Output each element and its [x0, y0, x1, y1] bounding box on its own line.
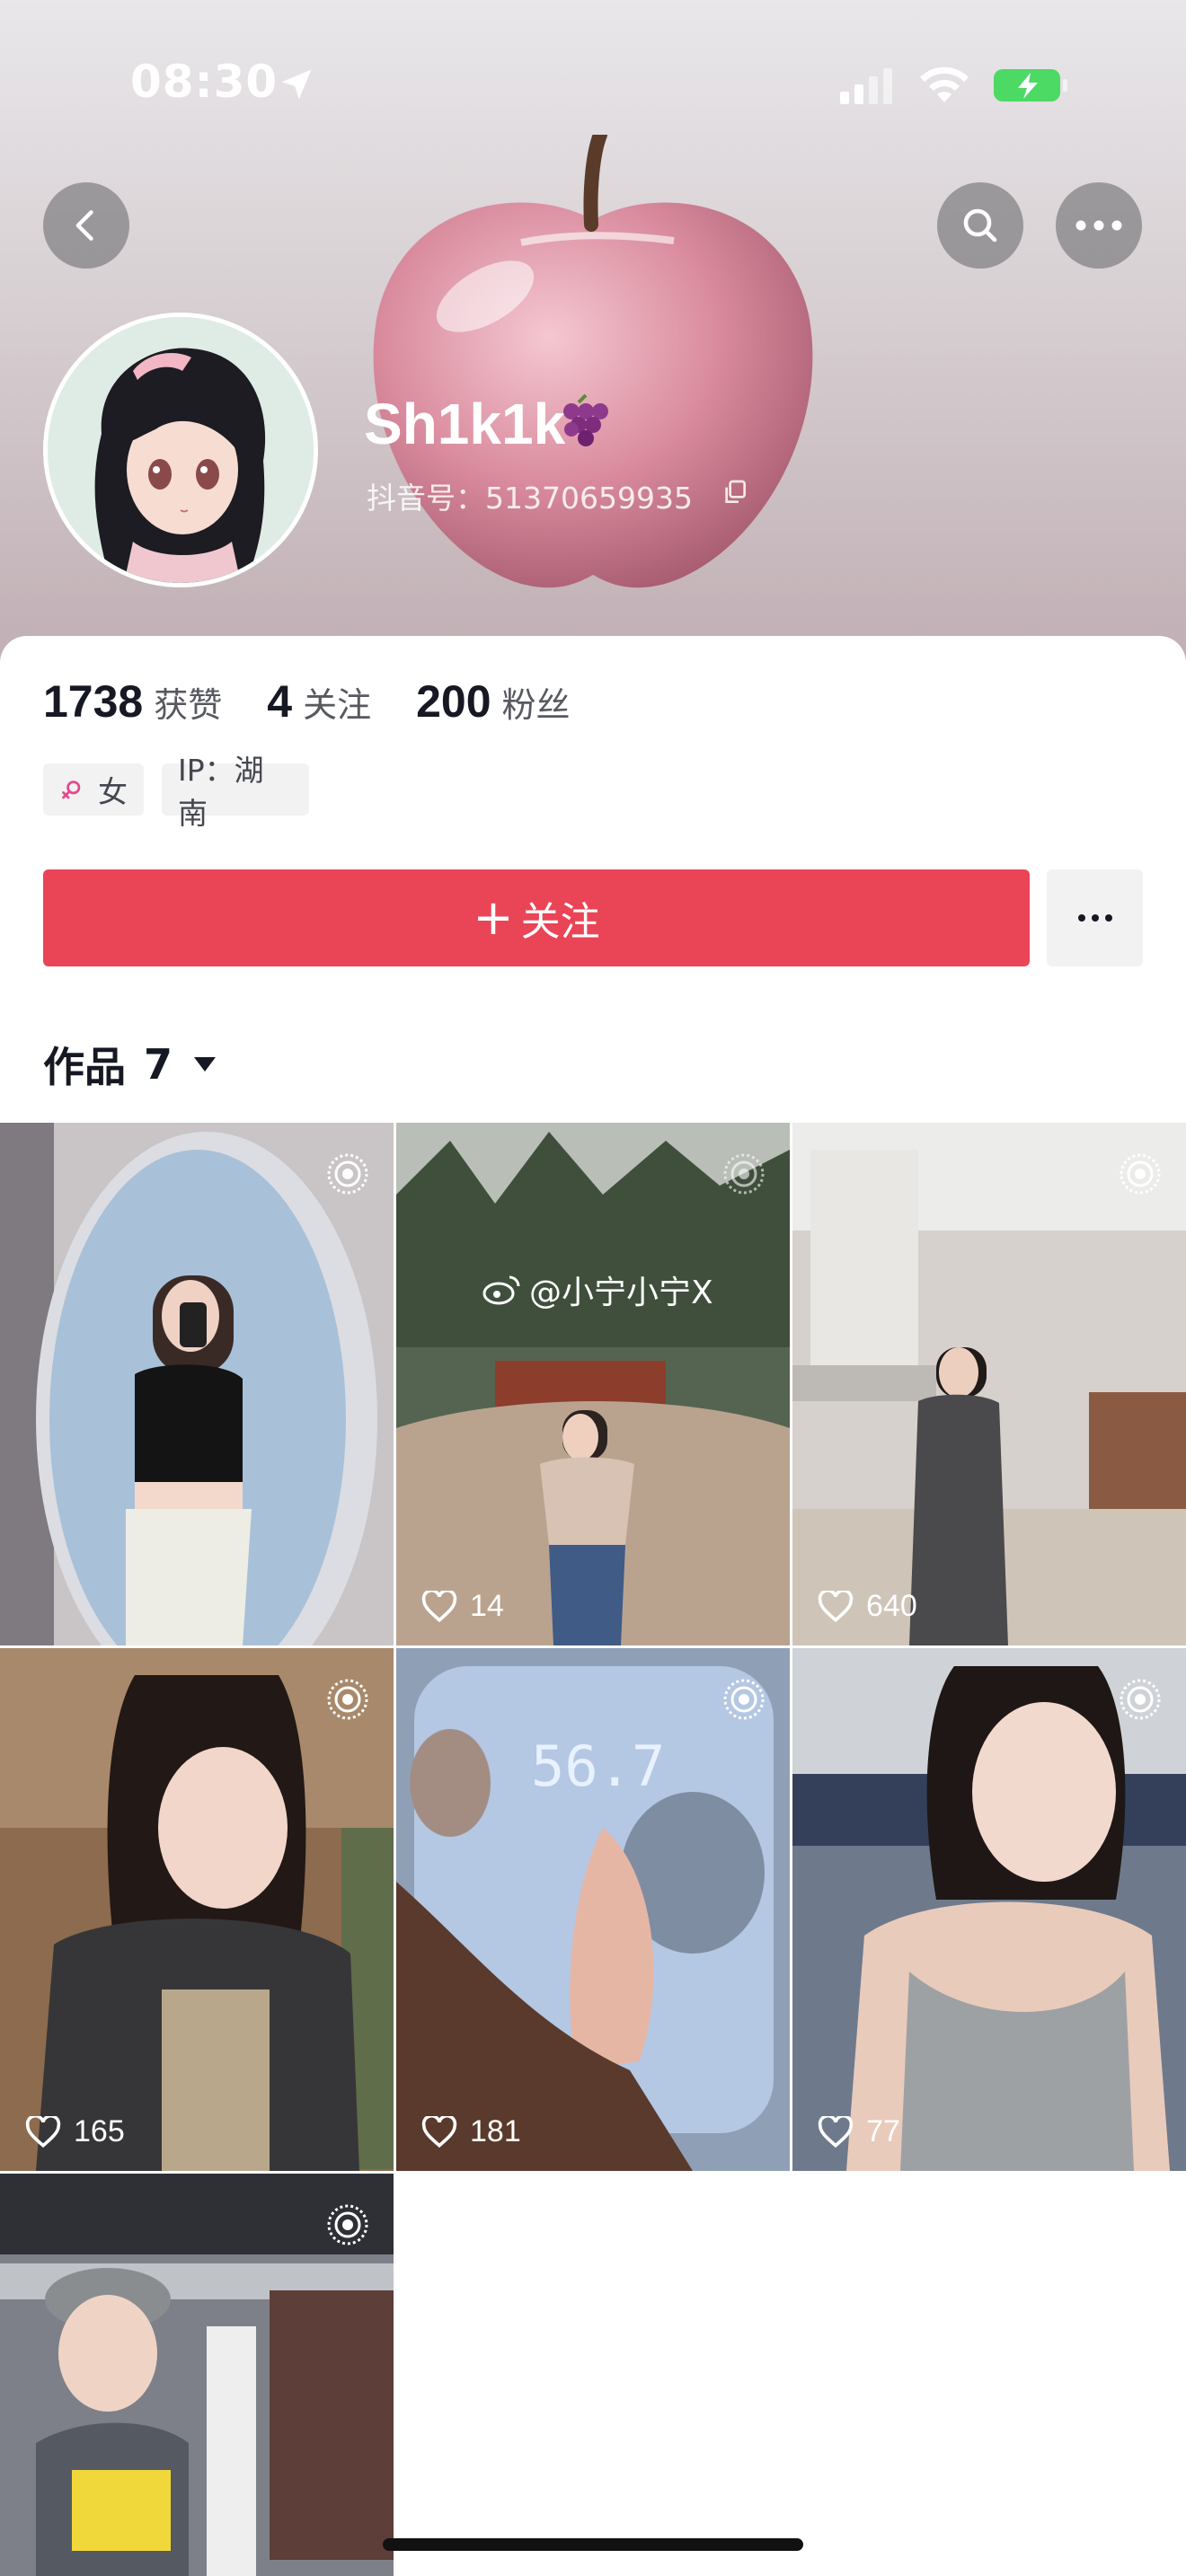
live-photo-icon	[327, 1679, 368, 1720]
gym-selfie-image	[792, 1648, 1186, 2171]
heart-icon	[818, 1590, 854, 1622]
likes-count: 640	[866, 1589, 917, 1623]
heart-icon	[818, 2115, 854, 2148]
cellular-signal-icon	[840, 68, 892, 104]
status-time: 08:30	[130, 56, 279, 108]
status-bar: 08:30	[0, 0, 1186, 171]
tab-works[interactable]: 作品 7	[43, 1035, 217, 1094]
video-thumbnail[interactable]: @小宁小宁X 14	[396, 1123, 790, 1645]
likes-count: 77	[866, 2114, 900, 2148]
kitchen-image	[792, 1123, 1186, 1645]
weibo-watermark: @小宁小宁X	[482, 1266, 713, 1313]
heart-icon	[421, 2115, 457, 2148]
followers-label[interactable]: 粉丝	[502, 677, 571, 727]
mirror-selfie-image	[0, 1123, 394, 1645]
likes-count: 165	[74, 2114, 125, 2148]
likes-counter: 181	[421, 2114, 521, 2149]
heart-icon	[25, 2115, 61, 2148]
douyin-id: 抖音号：51370659935	[367, 481, 693, 516]
profile-header: 08:30 Sh1k1k 抖音号：51370659935	[0, 0, 1186, 683]
live-photo-icon	[327, 2204, 368, 2245]
battery-charging-icon	[994, 69, 1067, 101]
gender-tag: 女	[43, 763, 144, 816]
scale-reading: 56.7	[531, 1734, 666, 1799]
likes-label: 获赞	[154, 685, 223, 725]
video-thumbnail[interactable]: 77	[792, 1648, 1186, 2171]
video-thumbnail[interactable]	[0, 2174, 394, 2576]
gender-label: 女	[98, 774, 128, 809]
video-thumbnail[interactable]: 56.7 181	[396, 1648, 790, 2171]
followers-count[interactable]: 200	[416, 675, 491, 728]
works-label: 作品	[43, 1043, 126, 1091]
search-button[interactable]	[937, 182, 1023, 269]
weibo-icon	[482, 1275, 520, 1305]
heart-icon	[421, 1590, 457, 1622]
location-arrow-icon	[281, 69, 312, 100]
more-icon	[1075, 220, 1122, 231]
profile-stats: 1738 获赞 4 关注 200 粉丝	[43, 675, 615, 728]
grapes-icon	[563, 393, 608, 446]
live-photo-icon	[1120, 1679, 1161, 1720]
wifi-icon	[920, 66, 969, 102]
live-photo-icon	[327, 1153, 368, 1195]
likes-counter: 640	[818, 1589, 917, 1624]
works-count: 7	[144, 1040, 173, 1089]
outdoor-sand-image	[396, 1123, 790, 1645]
ip-location-label: IP：湖南	[178, 753, 264, 831]
apple-background-image	[373, 135, 813, 588]
username: Sh1k1k	[364, 392, 566, 456]
likes-count: 1738	[43, 676, 144, 727]
likes-counter: 165	[25, 2114, 125, 2149]
live-photo-icon	[723, 1153, 765, 1195]
caret-down-icon	[194, 1057, 217, 1072]
more-options-button[interactable]	[1056, 182, 1142, 269]
anime-girl-avatar-image	[48, 317, 314, 583]
ip-location-tag: IP：湖南	[162, 753, 309, 831]
watermark-text: @小宁小宁X	[529, 1275, 713, 1311]
copy-icon[interactable]	[721, 478, 749, 507]
video-thumbnail[interactable]: 640	[792, 1123, 1186, 1645]
video-thumbnail[interactable]	[0, 1123, 394, 1645]
following-count[interactable]: 4	[267, 675, 292, 728]
gym-jacket-image	[0, 1648, 394, 2171]
plus-icon: +	[473, 889, 514, 946]
follow-button[interactable]: + 关注	[43, 869, 1030, 966]
female-icon	[62, 781, 81, 799]
follow-label: 关注	[520, 899, 600, 945]
likes-count: 181	[470, 2114, 521, 2148]
live-photo-icon	[723, 1679, 765, 1720]
live-photo-icon	[1120, 1153, 1161, 1195]
bathroom-scale-image	[396, 1648, 790, 2171]
video-thumbnail[interactable]: 165	[0, 1648, 394, 2171]
back-button[interactable]	[43, 182, 129, 269]
more-icon	[1077, 914, 1112, 922]
following-label[interactable]: 关注	[303, 677, 371, 727]
likes-counter: 77	[818, 2114, 900, 2149]
avatar[interactable]	[43, 313, 318, 587]
home-indicator[interactable]	[383, 2538, 803, 2551]
likes-counter: 14	[421, 1589, 504, 1624]
more-actions-button[interactable]	[1047, 869, 1143, 966]
back-icon	[75, 210, 93, 241]
likes-count: 14	[470, 1589, 504, 1623]
search-icon	[963, 208, 997, 243]
